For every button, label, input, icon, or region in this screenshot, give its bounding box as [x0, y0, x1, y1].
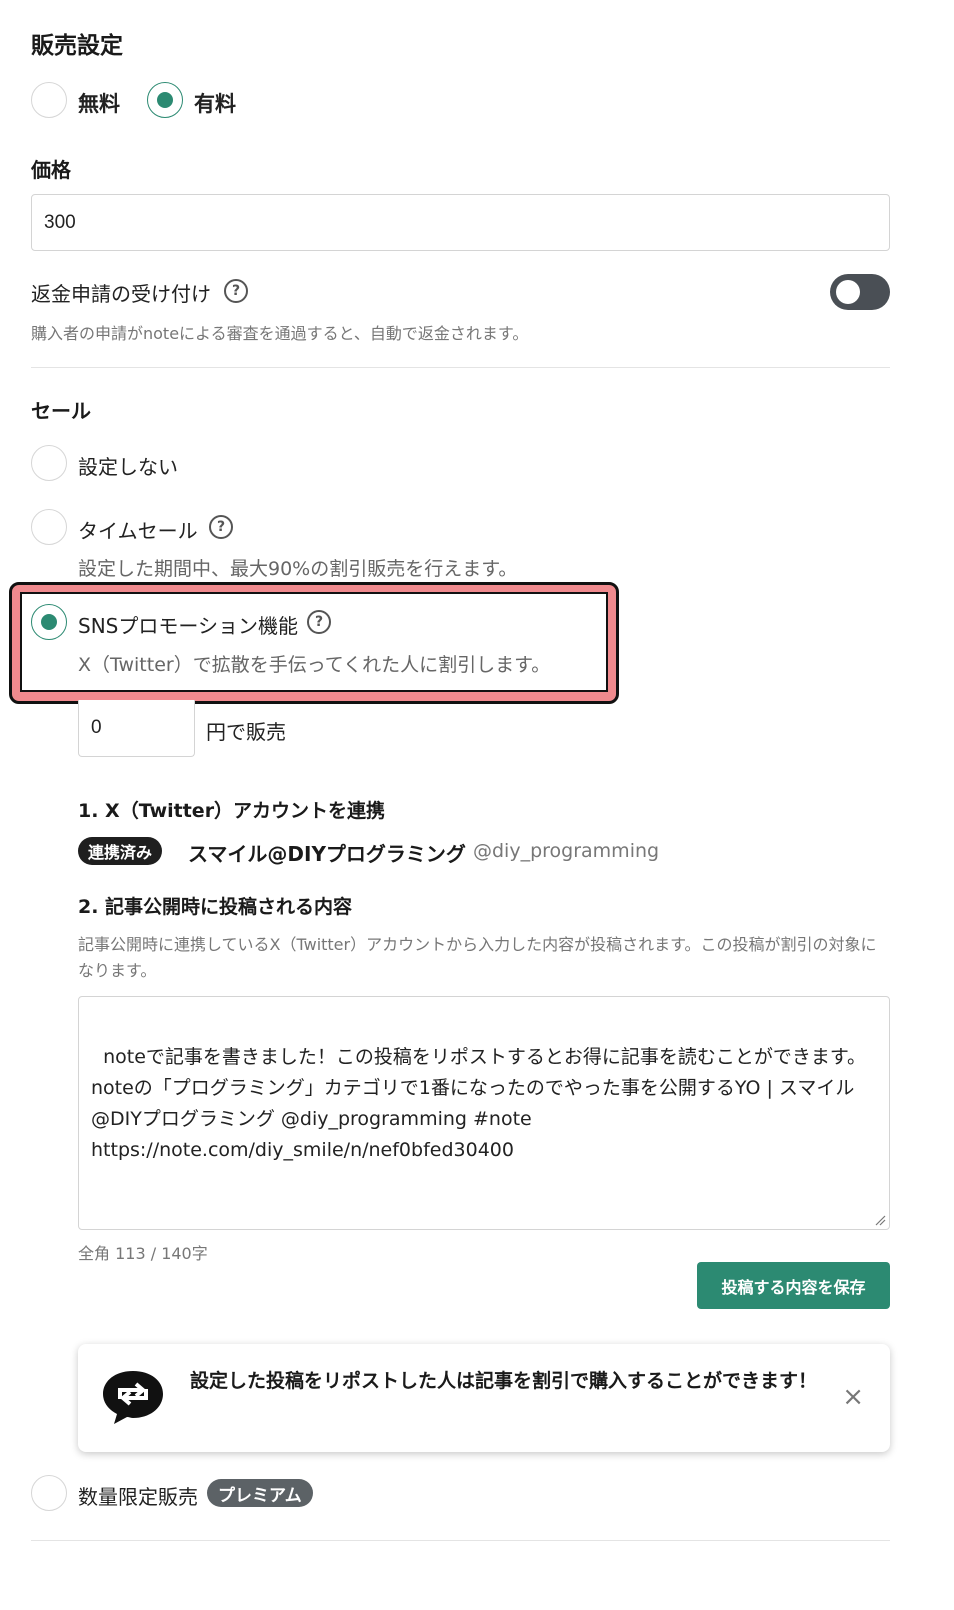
resize-grip-icon[interactable] — [874, 1214, 886, 1226]
price-input-value: 300 — [44, 211, 76, 233]
linked-badge: 連携済み — [78, 837, 163, 865]
sns-promotion-help-icon[interactable]: ? — [307, 610, 331, 634]
discount-amount-suffix: 円で販売 — [206, 720, 286, 744]
price-input[interactable]: 300 — [31, 194, 890, 251]
radio-limited-quantity-label[interactable]: 数量限定販売 — [78, 1481, 198, 1510]
price-label: 価格 — [31, 158, 71, 182]
refund-toggle[interactable] — [830, 274, 890, 310]
sale-title: セール — [31, 399, 91, 423]
sns-promotion-description: X（Twitter）で拡散を手伝ってくれた人に割引します。 — [78, 654, 551, 676]
step1-title: 1. X（Twitter）アカウントを連携 — [78, 800, 386, 822]
bottom-divider — [31, 1540, 890, 1541]
account-handle: @diy_programming — [473, 840, 660, 862]
step2-description: 記事公開時に連携しているX（Twitter）アカウントから入力した内容が投稿され… — [78, 935, 877, 980]
radio-no-sale[interactable] — [31, 445, 67, 481]
section-divider — [31, 367, 890, 368]
radio-no-sale-label[interactable]: 設定しない — [78, 451, 178, 480]
highlight-inner — [20, 592, 608, 692]
premium-badge: プレミアム — [207, 1479, 313, 1507]
discount-amount-value: 0 — [91, 717, 102, 738]
char-count: 全角 113 / 140字 — [78, 1244, 208, 1263]
radio-limited-quantity[interactable] — [31, 1475, 67, 1511]
step2-title: 2. 記事公開時に投稿される内容 — [78, 896, 353, 918]
save-post-button[interactable]: 投稿する内容を保存 — [697, 1262, 890, 1309]
refund-label: 返金申請の受け付け — [31, 282, 211, 306]
radio-paid[interactable] — [147, 82, 183, 118]
close-icon[interactable]: × — [842, 1384, 864, 1410]
refund-description: 購入者の申請がnoteによる審査を通過すると、自動で返金されます。 — [31, 324, 529, 343]
radio-sns-promotion-label[interactable]: SNSプロモーション機能 — [78, 610, 298, 639]
radio-free-label[interactable]: 無料 — [78, 88, 120, 118]
post-content-textarea[interactable]: noteで記事を書きました！この投稿をリポストするとお得に記事を読むことができま… — [78, 996, 890, 1230]
radio-time-sale[interactable] — [31, 509, 67, 545]
account-name: スマイル@DIYプログラミング — [188, 842, 466, 866]
repost-icon — [103, 1371, 163, 1424]
post-content-text: noteで記事を書きました！この投稿をリポストするとお得に記事を読むことができま… — [91, 1046, 867, 1161]
repost-info-card: 設定した投稿をリポストした人は記事を割引で購入することができます！ × — [78, 1344, 890, 1452]
time-sale-help-icon[interactable]: ? — [209, 515, 233, 539]
radio-free[interactable] — [31, 82, 67, 118]
radio-sns-promotion[interactable] — [31, 604, 67, 640]
radio-paid-label[interactable]: 有料 — [194, 88, 236, 118]
radio-time-sale-label[interactable]: タイムセール — [78, 515, 198, 544]
sales-settings-title: 販売設定 — [31, 33, 123, 59]
refund-help-icon[interactable]: ? — [224, 279, 248, 303]
discount-amount-input[interactable]: 0 — [78, 700, 195, 757]
repost-info-text: 設定した投稿をリポストした人は記事を割引で購入することができます！ — [190, 1370, 818, 1392]
time-sale-description: 設定した期間中、最大90%の割引販売を行えます。 — [78, 558, 518, 580]
